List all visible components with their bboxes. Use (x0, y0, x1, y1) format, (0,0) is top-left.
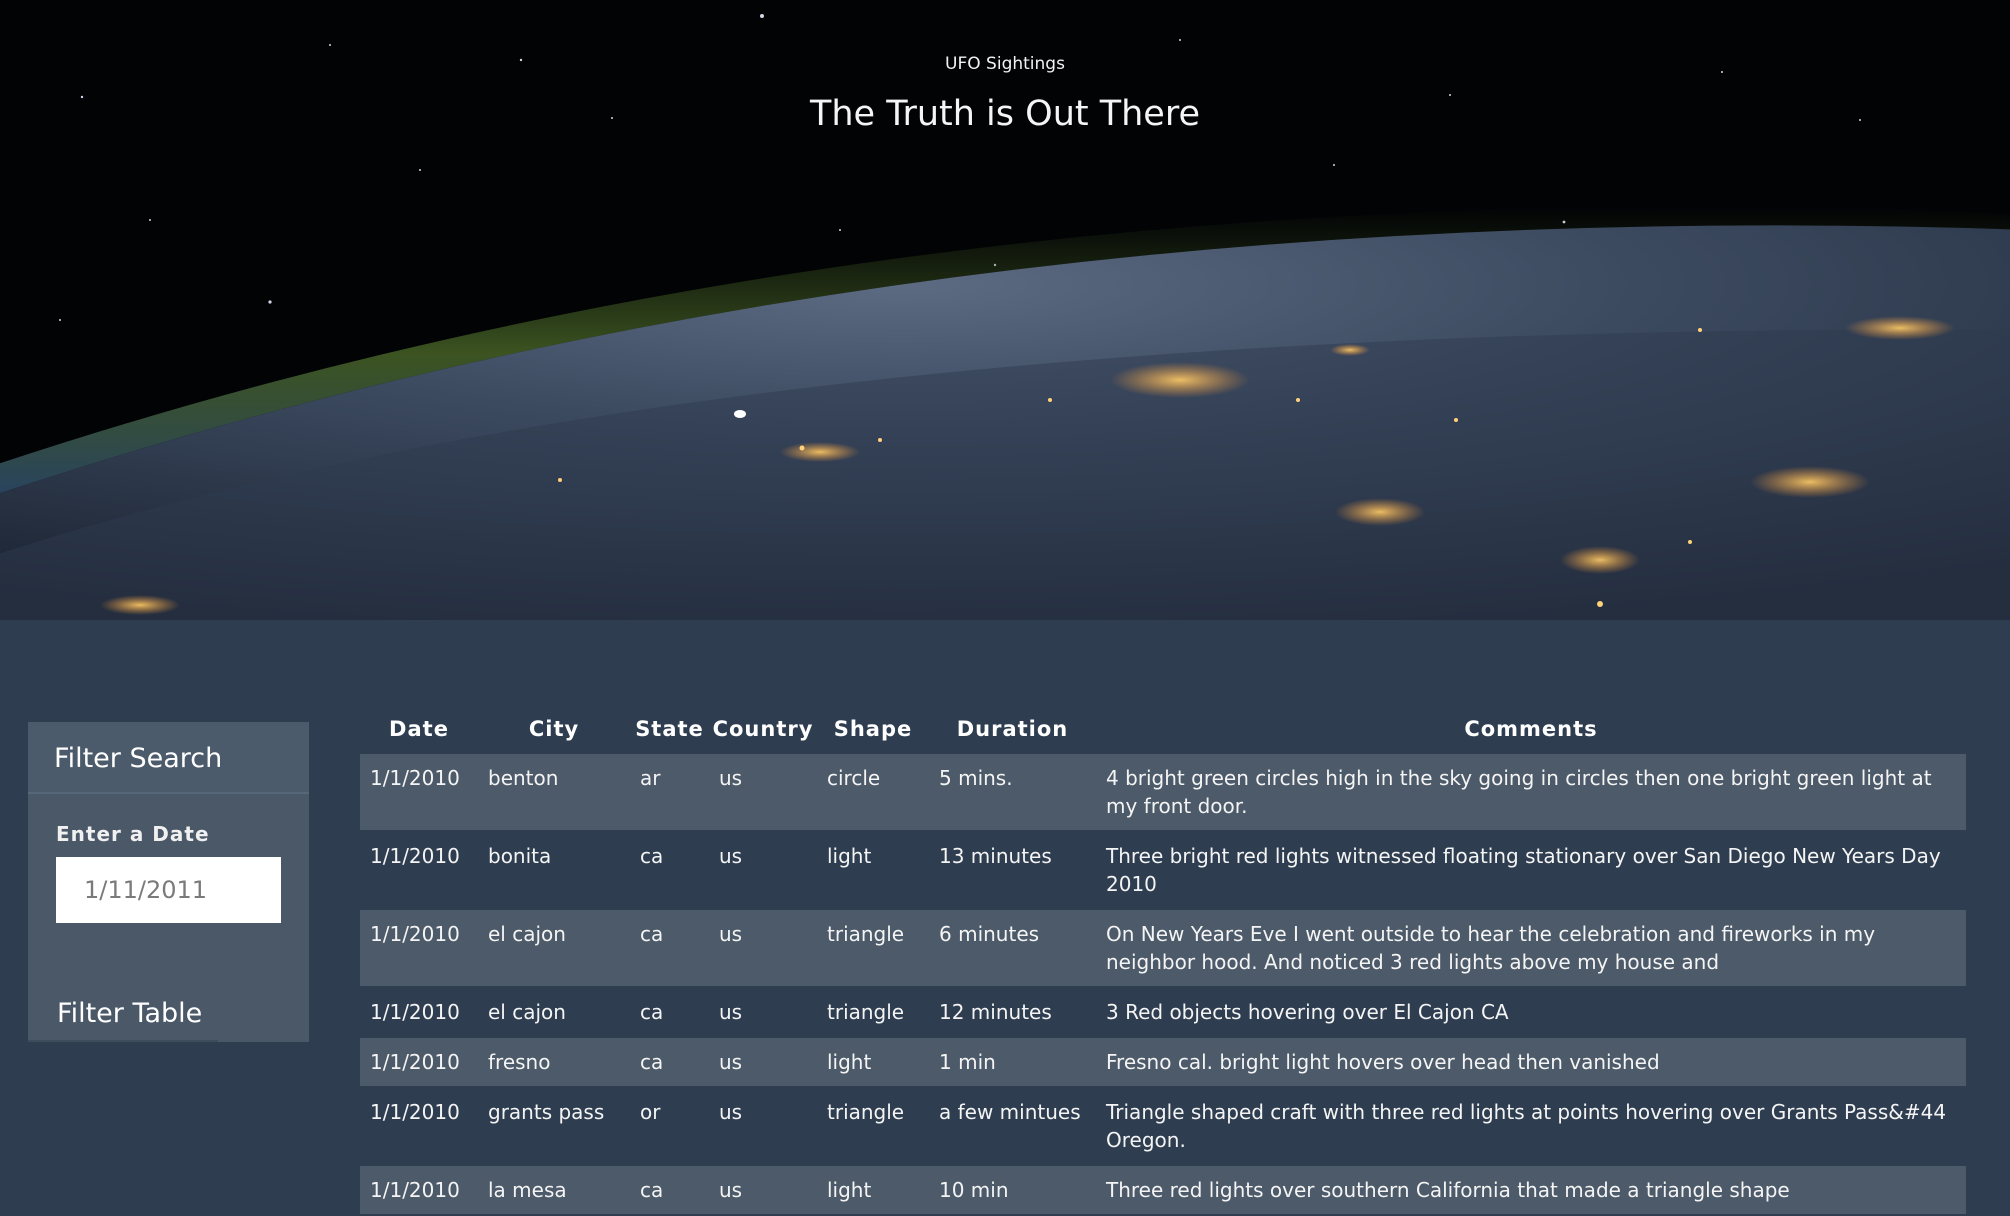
cell-shape: circle (827, 766, 881, 790)
cell-state: or (640, 1100, 661, 1124)
cell-shape: triangle (827, 1100, 905, 1124)
cell-date: 1/1/2010 (370, 1050, 460, 1074)
cell-state: ca (640, 1050, 664, 1074)
cell-city: benton (488, 766, 559, 790)
cell-shape: light (827, 1178, 872, 1202)
cell-country: us (719, 1100, 743, 1124)
filter-panel-header: Filter Search (28, 722, 309, 794)
table-row: 1/1/2010 grants pass or us triangle a fe… (360, 1087, 1966, 1165)
ufo-table: Date City State Country Shape Duration C… (360, 704, 1966, 1216)
cell-country: us (719, 922, 743, 946)
cell-date: 1/1/2010 (370, 844, 460, 868)
table-row: 1/1/2010 fresno ca us light 1 min Fresno… (360, 1037, 1966, 1087)
cell-city: fresno (488, 1050, 551, 1074)
column-header-comments: Comments (1464, 717, 1598, 741)
column-header-duration: Duration (956, 717, 1069, 741)
cell-shape: triangle (827, 1000, 905, 1024)
column-header-state: State (635, 717, 704, 741)
cell-city: grants pass (488, 1100, 605, 1124)
cell-country: us (719, 1178, 743, 1202)
cell-duration: 10 min (939, 1178, 1009, 1202)
table-row: 1/1/2010 el cajon ca us triangle 6 minut… (360, 909, 1966, 987)
cell-duration: 13 minutes (939, 844, 1052, 868)
column-header-city: City (528, 717, 580, 741)
cell-comments: Fresno cal. bright light hovers over hea… (1106, 1050, 1660, 1074)
cell-shape: light (827, 844, 872, 868)
cell-state: ca (640, 1178, 664, 1202)
table-row: 1/1/2010 la mesa ca us light 10 min Thre… (360, 1165, 1966, 1215)
table-row: 1/1/2010 bonita ca us light 13 minutes T… (360, 831, 1966, 909)
cell-state: ca (640, 844, 664, 868)
cell-duration: 5 mins. (939, 766, 1013, 790)
cell-country: us (719, 1050, 743, 1074)
table-row: 1/1/2010 benton ar us circle 5 mins. 4 b… (360, 754, 1966, 831)
cell-duration: a few mintues (939, 1100, 1081, 1124)
brand-title[interactable]: UFO Sightings (0, 54, 2010, 74)
table-row: 1/1/2010 el cajon ca us triangle 12 minu… (360, 987, 1966, 1037)
cell-state: ar (640, 766, 661, 790)
cell-comments: Three bright red lights witnessed floati… (1106, 844, 1941, 896)
cell-comments: Three red lights over southern Californi… (1106, 1178, 1790, 1202)
cell-comments: 4 bright green circles high in the sky g… (1106, 766, 1932, 818)
cell-date: 1/1/2010 (370, 1000, 460, 1024)
cell-country: us (719, 766, 743, 790)
cell-shape: triangle (827, 922, 905, 946)
filter-table-button[interactable]: Filter Table (28, 980, 218, 1042)
column-header-shape: Shape (833, 717, 913, 741)
cell-date: 1/1/2010 (370, 766, 460, 790)
cell-city: bonita (488, 844, 552, 868)
date-input[interactable] (56, 857, 281, 923)
cell-country: us (719, 1000, 743, 1024)
cell-comments: On New Years Eve I went outside to hear … (1106, 922, 1876, 974)
earth-from-space-image (0, 0, 2010, 620)
cell-date: 1/1/2010 (370, 1100, 460, 1124)
filter-panel-title: Filter Search (54, 743, 223, 774)
cell-duration: 6 minutes (939, 922, 1040, 946)
cell-duration: 12 minutes (939, 1000, 1052, 1024)
date-label: Enter a Date (56, 822, 210, 846)
cell-shape: light (827, 1050, 872, 1074)
cell-date: 1/1/2010 (370, 1178, 460, 1202)
cell-duration: 1 min (939, 1050, 996, 1074)
page-tagline: The Truth is Out There (810, 94, 1200, 134)
filter-panel: Filter Search Enter a Date Filter Table (28, 722, 309, 1042)
cell-comments: Triangle shaped craft with three red lig… (1106, 1100, 1947, 1152)
hero-banner: UFO Sightings The Truth is Out There (0, 0, 2010, 620)
cell-city: la mesa (488, 1178, 567, 1202)
column-header-date: Date (389, 717, 449, 741)
cell-city: el cajon (488, 1000, 566, 1024)
cell-comments: 3 Red objects hovering over El Cajon CA (1106, 1000, 1509, 1024)
table-header-row: Date City State Country Shape Duration C… (360, 704, 1966, 754)
cell-state: ca (640, 1000, 664, 1024)
cell-country: us (719, 844, 743, 868)
cell-date: 1/1/2010 (370, 922, 460, 946)
cell-city: el cajon (488, 922, 566, 946)
column-header-country: Country (712, 717, 814, 741)
cell-state: ca (640, 922, 664, 946)
